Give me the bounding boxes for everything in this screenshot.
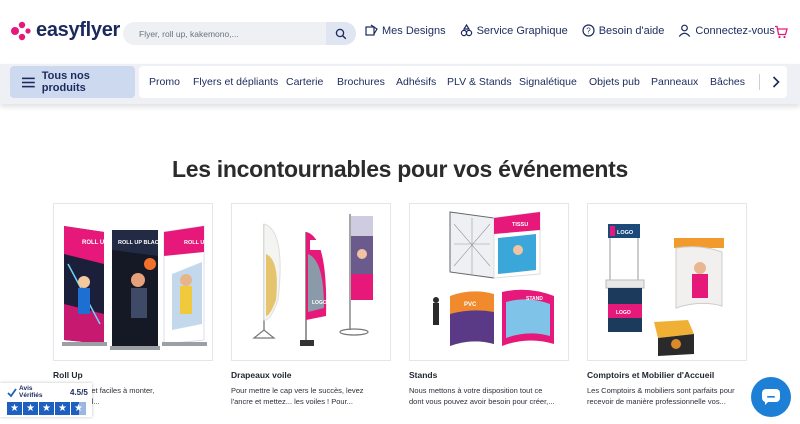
category-item-signaletique[interactable]: Signalétique bbox=[519, 76, 577, 88]
description-line: dont vous pouvez avoir besoin pour créer… bbox=[409, 396, 555, 406]
search-input[interactable] bbox=[123, 28, 323, 39]
category-scroll-right-button[interactable] bbox=[765, 66, 787, 98]
avis-brand-line: Vérifiés bbox=[19, 391, 43, 399]
flags-illustration: LOGO bbox=[252, 214, 373, 346]
product-card-description: Pour mettre le cap vers le succès, levez… bbox=[231, 386, 391, 407]
header-link-label: Mes Designs bbox=[382, 24, 446, 37]
description-line: Les Comptoirs & mobiliers sont parfaits … bbox=[587, 386, 735, 395]
product-card-title[interactable]: Drapeaux voile bbox=[231, 370, 391, 380]
roll-up-illustration: ROLL UP ROLL UP BLACK ROLL UP bbox=[62, 225, 208, 350]
header-link-label: Connectez-vous bbox=[695, 24, 775, 37]
category-item-adhesifs[interactable]: Adhésifs bbox=[396, 76, 436, 88]
product-card-description: Les Comptoirs & mobiliers sont parfaits … bbox=[587, 386, 747, 407]
product-card-title[interactable]: Roll Up bbox=[53, 370, 213, 380]
category-item-baches[interactable]: Bâches bbox=[710, 76, 745, 88]
chat-button[interactable] bbox=[751, 377, 791, 417]
all-products-button[interactable]: Tous nos produits bbox=[10, 66, 135, 98]
product-card-title[interactable]: Stands bbox=[409, 370, 569, 380]
hamburger-icon bbox=[22, 77, 35, 87]
all-products-label: Tous nos produits bbox=[41, 70, 90, 94]
cart-icon bbox=[775, 25, 788, 39]
product-card-stands[interactable]: TISSU PVC STAND Stands Nous mettons à vo… bbox=[409, 203, 569, 407]
counter-front-logo-text: LOGO bbox=[616, 310, 631, 316]
product-image-drapeaux-voile[interactable]: LOGO bbox=[231, 203, 391, 361]
star-icon: ★ bbox=[7, 402, 22, 415]
banner-text-right: ROLL UP bbox=[184, 240, 208, 246]
help-icon: ? bbox=[582, 24, 595, 37]
product-image-roll-up[interactable]: ROLL UP ROLL UP BLACK ROLL UP bbox=[53, 203, 213, 361]
description-line: l'ancre et mettez... les voiles ! Pour..… bbox=[231, 396, 353, 406]
site-header: easyflyer Mes Designs Service Graphique bbox=[0, 0, 800, 64]
description-line: Nous mettons à votre disposition tout ce bbox=[409, 386, 543, 395]
header-nav: Mes Designs Service Graphique ? Besoin d… bbox=[365, 24, 789, 37]
avis-stars: ★ ★ ★ ★ ★ bbox=[7, 402, 86, 415]
stand-text-pvc: PVC bbox=[464, 302, 477, 308]
brand-name: easyflyer bbox=[36, 19, 121, 41]
chevron-right-icon bbox=[772, 76, 780, 88]
header-link-help[interactable]: ? Besoin d'aide bbox=[582, 24, 665, 37]
banner-text: ROLL UP bbox=[82, 240, 108, 246]
category-item-objets-pub[interactable]: Objets pub bbox=[589, 76, 640, 88]
avis-check-icon bbox=[7, 387, 17, 397]
search-icon bbox=[335, 28, 347, 39]
product-card-title[interactable]: Comptoirs et Mobilier d'Accueil bbox=[587, 370, 747, 380]
search-button[interactable] bbox=[326, 22, 356, 45]
brand-logo[interactable]: easyflyer bbox=[10, 19, 120, 42]
category-item-flyers[interactable]: Flyers et dépliants bbox=[193, 76, 278, 88]
header-link-label: Service Graphique bbox=[476, 24, 568, 37]
category-item-panneaux[interactable]: Panneaux bbox=[651, 76, 698, 88]
description-line: recevoir de manière professionnelle vos.… bbox=[587, 396, 726, 406]
banner-text-black: ROLL UP BLACK bbox=[118, 240, 163, 246]
counters-illustration: LOGO LOGO bbox=[605, 224, 724, 356]
search-bar bbox=[123, 22, 356, 45]
header-link-login[interactable]: Connectez-vous bbox=[678, 24, 775, 37]
category-bar: Tous nos produits Promo Flyers et déplia… bbox=[0, 64, 800, 104]
avis-brand: Avis Vérifiés bbox=[7, 385, 43, 399]
header-link-graphic-service[interactable]: Service Graphique bbox=[460, 24, 568, 37]
product-card-description: Nous mettons à votre disposition tout ce… bbox=[409, 386, 569, 407]
section-title: Les incontournables pour vos événements bbox=[171, 156, 629, 182]
user-icon bbox=[679, 24, 691, 37]
counter-logo-text: LOGO bbox=[617, 230, 634, 236]
avis-score: 4.5/5 bbox=[70, 388, 88, 397]
stand-text-tissu: TISSU bbox=[512, 222, 528, 228]
header-link-designs[interactable]: Mes Designs bbox=[365, 24, 446, 37]
stands-illustration: TISSU PVC STAND bbox=[433, 211, 554, 346]
description-line: Pour mettre le cap vers le succès, levez bbox=[231, 386, 364, 395]
product-image-comptoirs[interactable]: LOGO LOGO bbox=[587, 203, 747, 361]
category-item-brochures[interactable]: Brochures bbox=[337, 76, 385, 88]
avis-brand-text: Avis Vérifiés bbox=[19, 385, 43, 399]
svg-text:?: ? bbox=[586, 27, 591, 36]
header-link-label: Besoin d'aide bbox=[598, 24, 665, 37]
product-image-stands[interactable]: TISSU PVC STAND bbox=[409, 203, 569, 361]
designs-icon bbox=[365, 24, 378, 36]
star-icon: ★ bbox=[23, 402, 38, 415]
chat-bubble-icon bbox=[762, 389, 780, 405]
category-divider bbox=[759, 74, 760, 90]
star-icon: ★ bbox=[55, 402, 70, 415]
flag-logo-text: LOGO bbox=[312, 300, 327, 306]
category-item-carterie[interactable]: Carterie bbox=[286, 76, 323, 88]
category-item-plv-stands[interactable]: PLV & Stands bbox=[447, 76, 512, 88]
category-item-promo[interactable]: Promo bbox=[149, 76, 180, 88]
cart-button[interactable] bbox=[774, 25, 788, 44]
avis-verifies-widget[interactable]: Avis Vérifiés 4.5/5 ★ ★ ★ ★ ★ bbox=[0, 383, 92, 417]
category-list: Promo Flyers et dépliants Carterie Broch… bbox=[139, 66, 787, 98]
logo-mark-icon bbox=[11, 21, 31, 40]
graphic-service-icon bbox=[460, 24, 472, 37]
star-icon: ★ bbox=[39, 402, 54, 415]
product-card-drapeaux-voile[interactable]: LOGO Drapeaux voile Pour mettre le cap v… bbox=[231, 203, 391, 407]
stand-text-stand: STAND bbox=[526, 296, 543, 302]
product-card-comptoirs[interactable]: LOGO LOGO Comptoirs et Mobilier d'Accuei… bbox=[587, 203, 747, 407]
half-star-icon: ★ bbox=[71, 402, 86, 415]
product-card-roll-up[interactable]: ROLL UP ROLL UP BLACK ROLL UP Roll Up tr… bbox=[53, 203, 213, 407]
